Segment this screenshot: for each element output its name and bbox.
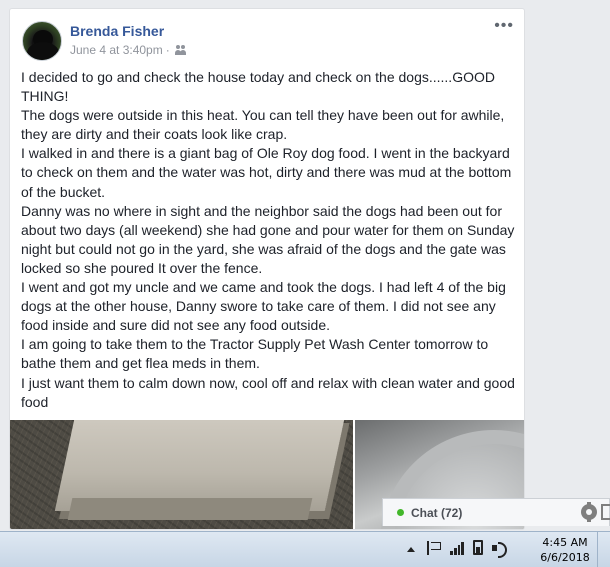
meta-separator: · <box>165 43 170 57</box>
post-paragraph: Danny was no where in sight and the neig… <box>21 202 515 276</box>
post-body: I decided to go and check the house toda… <box>21 68 521 412</box>
action-center-flag-icon[interactable] <box>427 540 441 555</box>
gear-icon[interactable] <box>581 502 597 522</box>
post-timestamp[interactable]: June 4 at 3:40pm <box>70 43 163 57</box>
slab-edge-shape <box>67 498 313 520</box>
clock-date: 6/6/2018 <box>540 551 590 564</box>
taskbar-clock[interactable]: 4:45 AM 6/6/2018 <box>537 535 593 565</box>
show-hidden-icons-icon[interactable] <box>404 541 418 555</box>
post-paragraph: I just want them to calm down now, cool … <box>21 374 515 410</box>
battery-icon[interactable] <box>473 540 483 555</box>
chat-bar[interactable]: Chat (72) <box>382 498 610 526</box>
post-paragraph: I decided to go and check the house toda… <box>21 69 495 105</box>
network-signal-icon[interactable] <box>450 541 464 555</box>
post-paragraph: The dogs were outside in this heat. You … <box>21 107 505 143</box>
more-options-icon[interactable]: ••• <box>494 17 514 35</box>
chat-label: Chat (72) <box>411 505 463 520</box>
windows-taskbar: 4:45 AM 6/6/2018 <box>0 531 610 567</box>
post-photo-concrete-slab[interactable] <box>10 420 353 529</box>
post-card: Brenda Fisher June 4 at 3:40pm · ••• I d… <box>9 8 525 530</box>
volume-icon[interactable] <box>492 541 507 558</box>
post-paragraph: I went and got my uncle and we came and … <box>21 279 506 334</box>
system-tray <box>404 540 507 558</box>
clock-time: 4:45 AM <box>542 536 588 549</box>
show-desktop-button[interactable] <box>597 532 610 567</box>
author-avatar[interactable] <box>22 21 62 61</box>
new-message-icon[interactable] <box>601 504 610 520</box>
online-status-icon <box>397 509 404 516</box>
author-name[interactable]: Brenda Fisher <box>70 23 164 39</box>
post-meta: June 4 at 3:40pm · <box>70 43 187 57</box>
friends-audience-icon[interactable] <box>174 45 187 55</box>
post-paragraph: I am going to take them to the Tractor S… <box>21 336 489 372</box>
post-paragraph: I walked in and there is a giant bag of … <box>21 145 512 200</box>
